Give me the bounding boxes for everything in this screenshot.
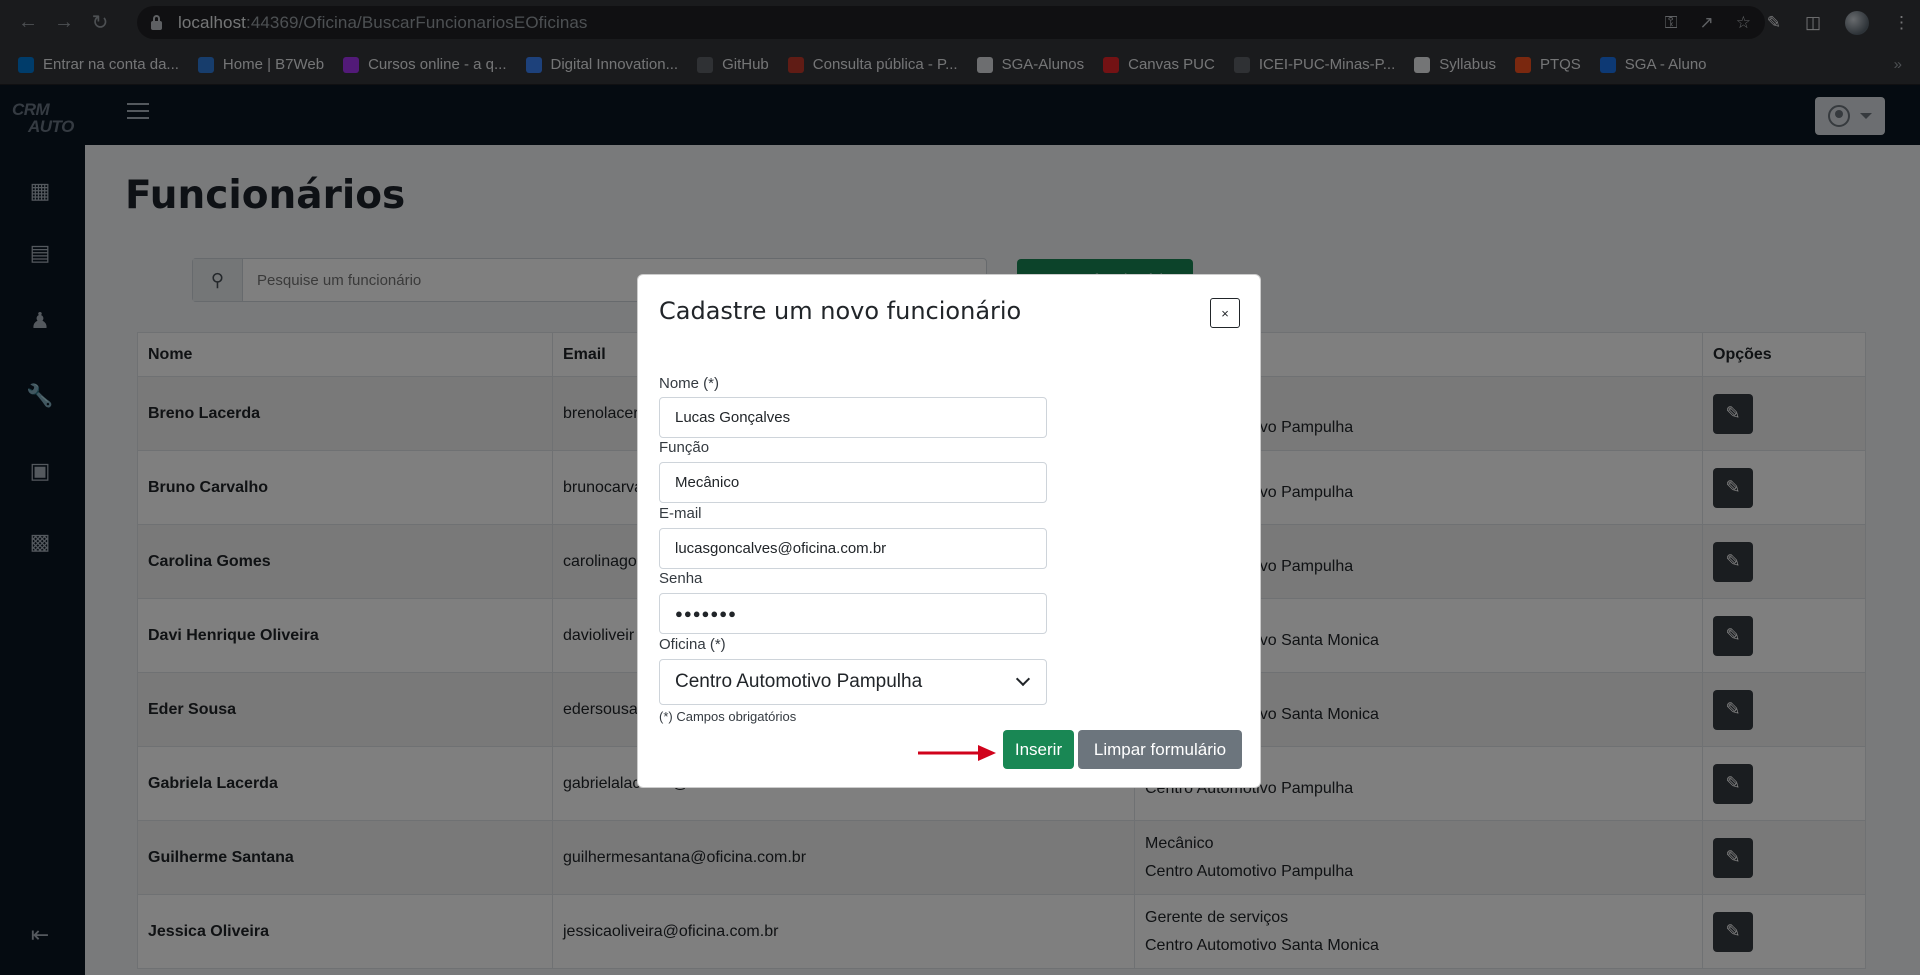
name-label: Nome (*) <box>659 375 720 392</box>
shop-label: Oficina (*) <box>659 636 726 653</box>
insert-button[interactable]: Inserir <box>1003 730 1074 769</box>
password-field[interactable]: ●●●●●●● <box>659 593 1047 634</box>
role-label: Função <box>659 439 710 456</box>
chevron-down-icon <box>1015 671 1031 687</box>
modal-title: Cadastre um novo funcionário <box>659 297 1022 325</box>
email-label: E-mail <box>659 505 702 522</box>
name-field[interactable]: Lucas Gonçalves <box>659 397 1047 438</box>
shop-select-value: Centro Automotivo Pampulha <box>675 671 923 692</box>
close-button[interactable]: × <box>1210 298 1240 328</box>
shop-select[interactable]: Centro Automotivo Pampulha <box>659 659 1047 705</box>
role-field[interactable]: Mecânico <box>659 462 1047 503</box>
required-fields-note: (*) Campos obrigatórios <box>659 709 797 724</box>
annotation-arrow-icon <box>918 745 996 761</box>
password-label: Senha <box>659 570 703 587</box>
new-employee-modal: Cadastre um novo funcionário × Nome (*) … <box>637 274 1261 788</box>
clear-form-button[interactable]: Limpar formulário <box>1078 730 1242 769</box>
email-field[interactable]: lucasgoncalves@oficina.com.br <box>659 528 1047 569</box>
